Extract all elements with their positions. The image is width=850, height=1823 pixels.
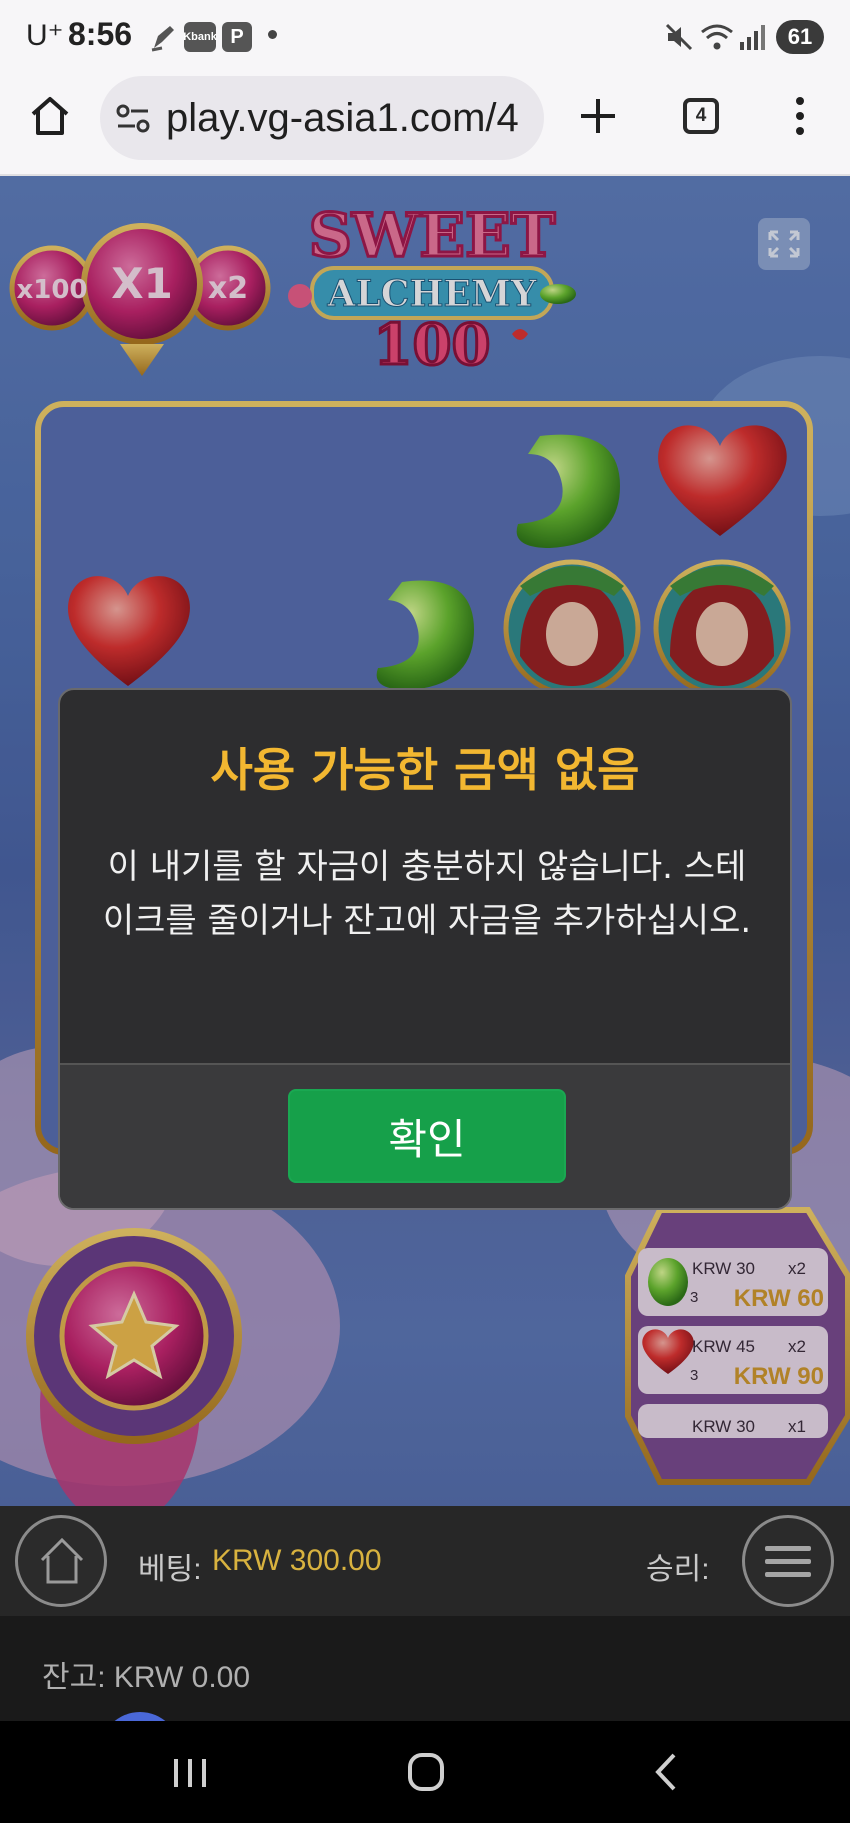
- hamburger-icon: [765, 1546, 811, 1577]
- site-settings-icon[interactable]: [116, 102, 150, 136]
- address-bar[interactable]: play.vg-asia1.com/4: [100, 76, 544, 160]
- signal-icon: [740, 25, 765, 50]
- pen-notification-icon: [151, 26, 174, 52]
- bet-bar: 베팅: KRW 300.00 승리:: [0, 1506, 850, 1616]
- new-tab-icon[interactable]: [578, 96, 618, 136]
- more-options-icon[interactable]: [790, 96, 810, 136]
- win-label: 승리:: [646, 1553, 710, 1586]
- system-navigation-bar: [0, 1721, 850, 1823]
- clock: 8:56: [68, 16, 133, 52]
- recent-apps-icon[interactable]: [170, 1753, 210, 1793]
- dialog-title: 사용 가능한 금액 없음: [210, 743, 640, 797]
- insufficient-funds-dialog: 사용 가능한 금액 없음 이 내기를 할 자금이 충분하지 않습니다. 스테이크…: [58, 688, 792, 1210]
- parking-app-icon: P: [222, 22, 252, 52]
- dialog-message: 이 내기를 할 자금이 충분하지 않습니다. 스테이크를 줄이거나 잔고에 자금…: [102, 847, 752, 941]
- home-icon[interactable]: [28, 94, 72, 138]
- menu-button[interactable]: [742, 1515, 834, 1607]
- dialog-footer: 확인: [60, 1065, 790, 1208]
- browser-toolbar: play.vg-asia1.com/4 4: [0, 72, 850, 176]
- url-text: play.vg-asia1.com/4: [166, 96, 519, 140]
- bet-amount[interactable]: KRW 300.00: [212, 1544, 382, 1578]
- more-notifications-dot: [268, 30, 277, 39]
- carrier-label: U⁺: [26, 19, 64, 52]
- status-bar: U⁺ 8:56 Kbank P 61: [0, 0, 850, 72]
- tab-switcher-button[interactable]: 4: [683, 98, 719, 134]
- home-button[interactable]: [15, 1515, 107, 1607]
- home-icon: [40, 1537, 84, 1584]
- feature-orb-partial: [100, 1712, 180, 1721]
- bet-label: 베팅:: [138, 1553, 202, 1586]
- mute-icon: [665, 23, 693, 51]
- balance-bar: 잔고: KRW 0.00: [0, 1616, 850, 1721]
- battery-indicator: 61: [776, 20, 824, 54]
- system-home-icon[interactable]: [406, 1751, 446, 1793]
- back-icon[interactable]: [650, 1751, 680, 1793]
- game-canvas: x100 X1 x2 SWEET ALCHEMY 100 KRW 30 x2 K…: [0, 176, 850, 1721]
- kbank-app-icon: Kbank: [183, 22, 217, 52]
- wifi-icon: [701, 24, 733, 50]
- confirm-button[interactable]: 확인: [288, 1089, 566, 1183]
- balance-display: 잔고: KRW 0.00: [42, 1661, 251, 1694]
